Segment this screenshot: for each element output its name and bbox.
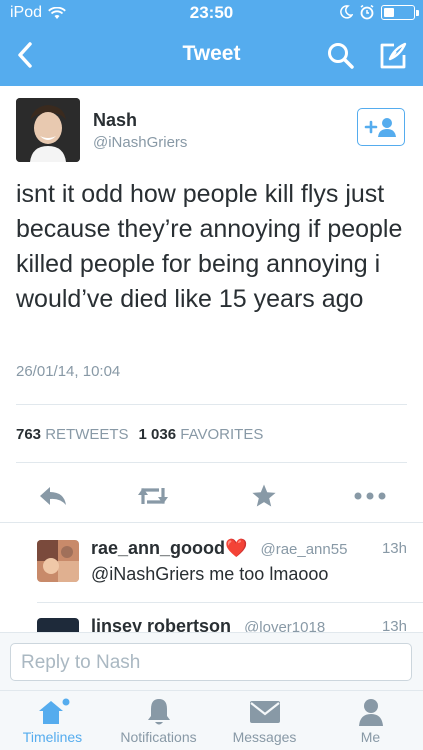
nav-bar: Tweet [0, 26, 423, 86]
bell-icon [106, 697, 211, 727]
retweet-button[interactable] [133, 480, 173, 512]
tweet-actions [0, 474, 423, 518]
tab-label: Timelines [22, 729, 83, 745]
tweet-text: isnt it odd how people kill flys just be… [16, 180, 403, 313]
star-icon [252, 484, 276, 507]
reply-time: 13h [381, 540, 407, 557]
tab-messages[interactable]: Messages [212, 691, 317, 750]
status-right [339, 4, 419, 20]
tab-timelines[interactable]: Timelines [0, 691, 105, 750]
retweet-icon [138, 488, 168, 504]
reply-icon [40, 487, 66, 505]
retweets-stat[interactable]: 763 RETWEETS [16, 426, 129, 443]
favorite-count: 1 036 [138, 426, 177, 443]
add-user-icon [364, 118, 396, 137]
moon-icon [340, 5, 353, 19]
favorites-stat[interactable]: 1 036 FAVORITES [139, 426, 264, 443]
tweet-stats: 763 RETWEETS 1 036 FAVORITES [16, 426, 263, 443]
divider [16, 462, 407, 463]
reply-time: 13h [381, 618, 407, 632]
reply-input[interactable]: Reply to Nash [10, 643, 412, 681]
alarm-icon [360, 4, 374, 20]
favorite-button[interactable] [244, 480, 284, 512]
reply-name[interactable]: rae_ann_goood [91, 538, 225, 558]
tab-label: Notifications [120, 729, 197, 745]
page-title: Tweet [182, 42, 241, 65]
reply-avatar[interactable] [37, 618, 79, 632]
status-bar: iPod 23:50 [0, 0, 423, 26]
divider [16, 404, 407, 405]
compose-button[interactable] [375, 38, 411, 74]
favorite-label: FAVORITES [180, 426, 264, 443]
reply-text: @iNashGriers me too lmaooo [91, 564, 329, 584]
retweet-count: 763 [16, 426, 42, 443]
reply-item[interactable]: linsey robertson @lover1018 13h [0, 602, 423, 632]
reply-handle[interactable]: @rae_ann55 [260, 541, 347, 558]
more-icon [354, 492, 386, 500]
search-icon [328, 43, 354, 69]
tab-label: Me [360, 729, 381, 745]
retweet-label: RETWEETS [45, 426, 129, 443]
reply-name[interactable]: linsey robertson [91, 616, 231, 632]
heart-emoji: ❤️ [225, 538, 248, 558]
tab-label: Messages [232, 729, 297, 745]
reply-button[interactable] [33, 480, 73, 512]
follow-button[interactable] [357, 108, 405, 146]
author-avatar[interactable] [16, 98, 80, 162]
top-bar: iPod 23:50 Tweet [0, 0, 423, 86]
author-name[interactable]: Nash [93, 110, 137, 131]
reply-name-row: rae_ann_goood❤️ @rae_ann55 [91, 538, 347, 559]
compose-icon [380, 42, 407, 69]
reply-item[interactable]: rae_ann_goood❤️ @rae_ann55 13h @iNashGri… [0, 522, 423, 602]
author-handle[interactable]: @iNashGriers [93, 134, 187, 151]
tab-me[interactable]: Me [318, 691, 423, 750]
home-icon [0, 697, 105, 727]
reply-avatar[interactable] [37, 540, 79, 582]
tab-bar: Timelines Notifications Messages Me [0, 690, 423, 750]
search-button[interactable] [323, 38, 359, 74]
envelope-icon [212, 697, 317, 727]
battery-icon [381, 4, 419, 20]
tab-notifications[interactable]: Notifications [106, 691, 211, 750]
reply-handle[interactable]: @lover1018 [244, 619, 325, 632]
more-button[interactable] [350, 480, 390, 512]
tweet-timestamp: 26/01/14, 10:04 [16, 363, 121, 380]
reply-bar: Reply to Nash [0, 632, 423, 690]
reply-name-row: linsey robertson @lover1018 [91, 616, 325, 632]
person-icon [318, 697, 423, 727]
